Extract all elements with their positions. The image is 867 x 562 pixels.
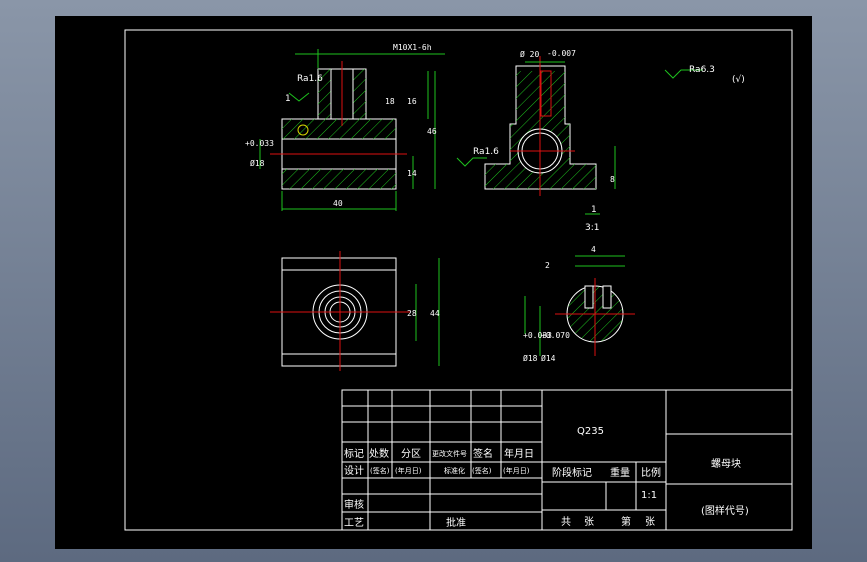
dim-44: 44 (430, 309, 440, 318)
dim-16: 16 (407, 97, 417, 106)
tb-sign-paren-2: (签名) (472, 466, 492, 475)
tb-mark: 标记 (344, 448, 364, 460)
cad-viewport[interactable]: M10X1-6h Ra6.3 (√) Ra1.6 Ra1.6 1 1 3:1 Ø… (55, 16, 812, 549)
dim-40: 40 (333, 199, 343, 208)
tb-date-paren-2: (年月日) (503, 466, 530, 475)
tb-date: 年月日 (504, 447, 534, 460)
dim-14: 14 (407, 169, 417, 178)
top-view (270, 251, 410, 371)
tb-zone: 分区 (401, 448, 421, 460)
dim-4: 4 (591, 245, 596, 254)
tb-sheets2: 张 (645, 516, 655, 528)
tb-design: 设计 (344, 464, 364, 477)
dia-det2-tol: +0.070 (541, 331, 570, 340)
tb-scale: 比例 (641, 466, 661, 479)
roughness-other: (√) (732, 74, 745, 85)
ra-mid: Ra1.6 (473, 147, 499, 157)
tb-stage-mark: 阶段标记 (552, 466, 592, 479)
dim-8: 8 (610, 175, 615, 184)
detail-ref-1: 1 (285, 94, 291, 104)
dim-18: 18 (385, 97, 395, 106)
tb-count: 处数 (369, 447, 389, 460)
tb-change-doc: 更改文件号 (432, 449, 467, 458)
dim-2: 2 (545, 261, 550, 270)
tb-process: 工艺 (344, 517, 364, 529)
tb-approve: 批准 (446, 516, 466, 529)
front-view (270, 61, 407, 190)
tb-sheets: 张 (584, 516, 594, 528)
tb-no: 第 (621, 515, 631, 528)
tb-standardize: 标准化 (444, 466, 465, 475)
detail-scale-bottom: 3:1 (585, 223, 599, 233)
tb-sign-paren: (签名) (370, 466, 390, 475)
ra-top: Ra1.6 (297, 74, 323, 84)
dim-46: 46 (427, 127, 437, 136)
tb-total: 共 (561, 516, 571, 528)
scale-value: 1:1 (641, 490, 657, 501)
part-name: 螺母块 (711, 458, 741, 470)
detail-view (555, 278, 635, 356)
drawing-code: (图样代号) (701, 504, 749, 517)
tb-weight: 重量 (610, 466, 630, 479)
roughness-general: Ra6.3 (689, 65, 715, 75)
thread-callout: M10X1-6h (393, 43, 432, 52)
tb-date-paren: (年月日) (395, 466, 422, 475)
drawing-sheet: M10X1-6h Ra6.3 (√) Ra1.6 Ra1.6 1 1 3:1 Ø… (124, 29, 793, 531)
dia-det2: Ø14 (541, 353, 556, 363)
tb-review: 审核 (344, 498, 364, 511)
material: Q235 (577, 426, 604, 437)
dim-28: 28 (407, 309, 417, 318)
dia-left-tol: +0.033 (245, 139, 274, 148)
dia-det1: Ø18 (523, 353, 538, 363)
dia-top: Ø 20 (520, 49, 539, 59)
detail-scale-top: 1 (591, 205, 597, 215)
tb-sign: 签名 (473, 447, 493, 460)
dia-top-tol: -0.007 (547, 49, 576, 58)
dia-left: Ø18 (250, 158, 265, 168)
side-view (484, 56, 597, 196)
